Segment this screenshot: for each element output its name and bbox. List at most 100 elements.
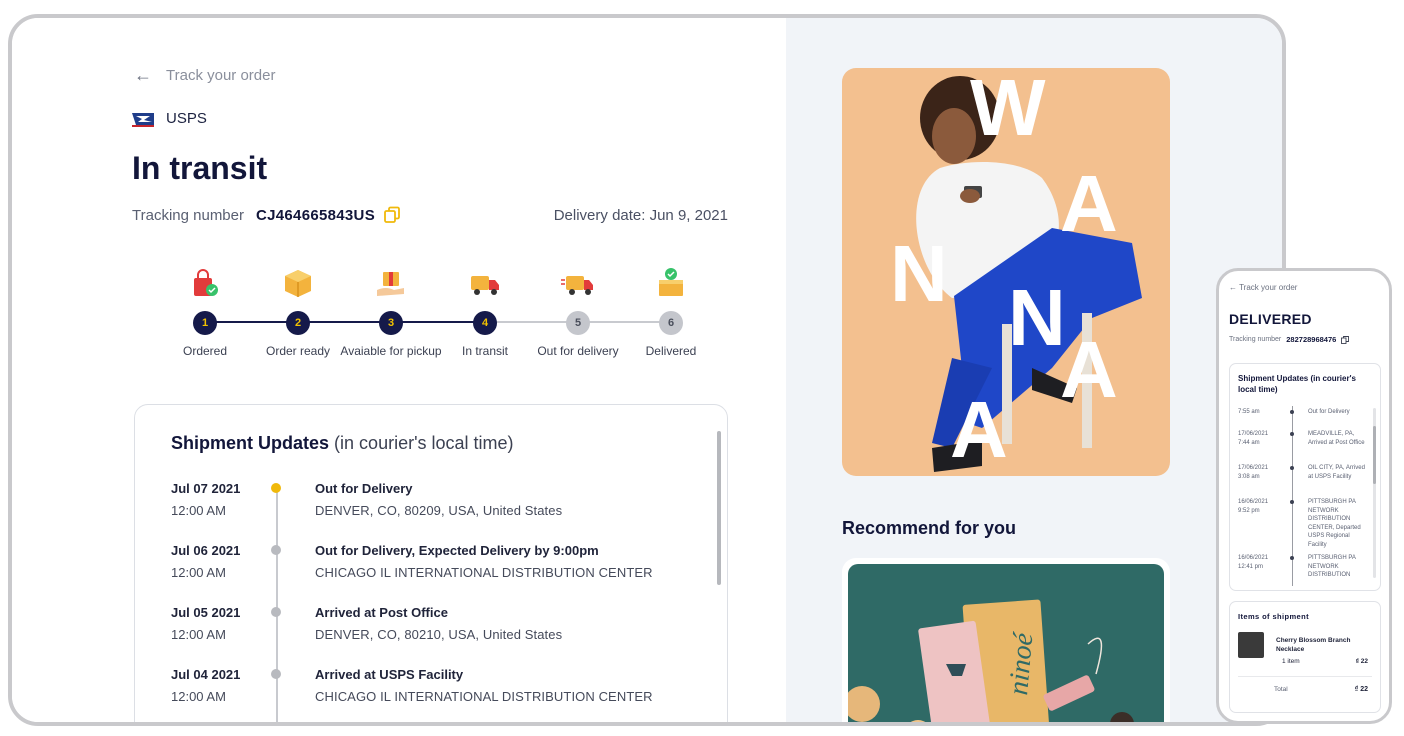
mobile-tracking-row: Tracking number 282728968476 [1229,335,1350,344]
step-number: 3 [379,311,403,335]
step-number: 2 [286,311,310,335]
timeline-event: Jul 06 2021 12:00 AM Out for Delivery, Exp… [171,543,711,593]
shipment-updates-title: Shipment Updates (in courier's local tim… [171,433,514,453]
copy-icon[interactable] [383,206,401,224]
step-label: Delivered [645,344,697,358]
mobile-event-text: PITTSBURGH PA NETWORK DISTRIBUTION [1308,555,1356,578]
mobile-tracking-number: 282728968476 [1286,335,1337,344]
box-delivered-check-icon [659,268,683,296]
back-link[interactable]: ← Track your order [134,65,275,86]
promo-letter: A [950,385,1008,474]
event-date: Jul 05 2021 [171,605,241,620]
mobile-event-datetime: 16/06/2021 12:41 pm [1238,555,1269,570]
item-quantity: 1 item [1282,658,1300,665]
mobile-preview: ← Track your order DELIVERED Tracking nu… [1216,268,1392,724]
package-box-icon [285,270,311,297]
event-time: 12:00 AM [171,689,226,704]
timeline-dot [271,607,281,617]
mobile-event-datetime: 7:55 am [1238,409,1260,415]
event-time: 12:00 AM [171,503,226,518]
mobile-back-link[interactable]: ← Track your order [1229,283,1297,292]
mobile-event-datetime: 16/06/2021 9:52 pm [1238,499,1269,514]
timeline-dot [271,483,281,493]
mobile-items-card: Items of shipment Cherry Blossom Branch … [1229,601,1381,713]
progress-stepper: 1 Ordered 2 Order ready 3 Avaiable for pickup… [162,266,696,386]
timeline-dot [271,545,281,555]
mobile-items-title: Items of shipment [1238,612,1309,621]
event-date: Jul 04 2021 [171,667,241,682]
copy-icon[interactable] [1341,335,1350,344]
event-status: Arrived at USPS Facility [315,667,464,682]
progress-step-6: 6 Delivered [616,266,726,358]
tracking-number: CJ464665843US [256,206,375,224]
event-location: CHICAGO IL INTERNATIONAL DISTRIBUTION CE… [315,565,653,580]
carrier: USPS [132,110,207,127]
mobile-event-text: MEADVILLE, PA, Arrived at Post Office [1308,431,1365,446]
stage: ← Track your order USPS In transit Track… [0,0,1404,736]
mobile-shipment-updates-card: Shipment Updates (in courier's local tim… [1229,363,1381,591]
total-label: Total [1274,686,1288,693]
tracking-label: Tracking number [132,206,244,224]
promo-letter: W [970,68,1046,152]
event-status: Out for Delivery, Expected Delivery by 9… [315,543,599,558]
step-number: 6 [659,311,683,335]
recommended-product-card[interactable]: ninoé [842,558,1170,722]
mobile-timeline-dot [1290,500,1294,504]
mobile-event-datetime: 17/06/2021 7:44 am [1238,431,1269,446]
item-price: ₫ 22 [1355,658,1368,665]
promo-letter: N [1008,273,1066,362]
svg-text:ninoé: ninoé [1003,630,1039,696]
timeline-event: Jul 04 2021 12:00 AM Arrived at USPS Facil… [171,667,711,717]
carrier-name: USPS [166,110,207,127]
mobile-event-text: OIL CITY, PA, Arrived at USPS Facility [1308,465,1365,480]
back-label: Track your order [166,67,276,84]
promo-letter: N [890,229,948,318]
event-date: Jul 07 2021 [171,481,241,496]
promo-letter: A [1060,325,1118,414]
recommend-title: Recommend for you [842,518,1017,538]
delivery-truck-icon [471,276,499,295]
promo-letter: A [1060,159,1118,248]
item-name: Cherry Blossom Branch Necklace [1276,637,1351,653]
event-status: Arrived at Post Office [315,605,448,620]
tracking-panel: ← Track your order USPS In transit Track… [12,18,786,722]
tracking-row: Tracking number CJ464665843US Delivery d… [132,206,728,224]
event-time: 12:00 AM [171,627,226,642]
mobile-event-datetime: 17/06/2021 3:08 am [1238,465,1269,480]
step-number: 5 [566,311,590,335]
scrollbar[interactable] [717,431,721,585]
event-status: Out for Delivery [315,481,413,496]
event-location: DENVER, CO, 80210, USA, United States [315,627,563,642]
promo-panel: WANNAA Recommend for you ninoé [786,18,1282,722]
usps-eagle-icon [132,112,154,127]
mobile-timeline-dot [1290,466,1294,470]
mobile-timeline-dot [1290,432,1294,436]
mobile-status-title: DELIVERED [1229,311,1312,327]
step-number: 1 [193,311,217,335]
mobile-updates-title: Shipment Updates (in courier's local tim… [1238,374,1356,394]
timeline-dot [271,669,281,679]
arrow-left-icon: ← [134,65,152,85]
delivery-date: Delivery date: Jun 9, 2021 [553,206,728,224]
delivery-truck-fast-icon [561,276,593,295]
promo-banner[interactable]: WANNAA [842,68,1170,476]
item-thumbnail [1238,632,1264,658]
mobile-scrollbar[interactable] [1373,426,1376,484]
timeline-event: Jul 05 2021 12:00 AM Arrived at Post Offic… [171,605,711,655]
mobile-timeline-dot [1290,410,1294,414]
total-value: ₫ 22 [1354,686,1368,693]
page-title: In transit [132,150,268,186]
event-time: 12:00 AM [171,565,226,580]
mobile-timeline-dot [1290,556,1294,560]
event-date: Jul 06 2021 [171,543,241,558]
product-image: ninoé [848,564,1164,722]
box-on-hand-icon [377,272,404,296]
desktop-window: ← Track your order USPS In transit Track… [8,14,1286,726]
mobile-event-text: Out for Delivery [1308,409,1350,415]
event-location: DENVER, CO, 80209, USA, United States [315,503,563,518]
divider [1238,676,1372,677]
shopping-bag-check-icon [194,269,218,296]
event-location: CHICAGO IL INTERNATIONAL DISTRIBUTION CE… [315,689,653,704]
shipment-updates-card: Shipment Updates (in courier's local tim… [134,404,728,722]
step-number: 4 [473,311,497,335]
